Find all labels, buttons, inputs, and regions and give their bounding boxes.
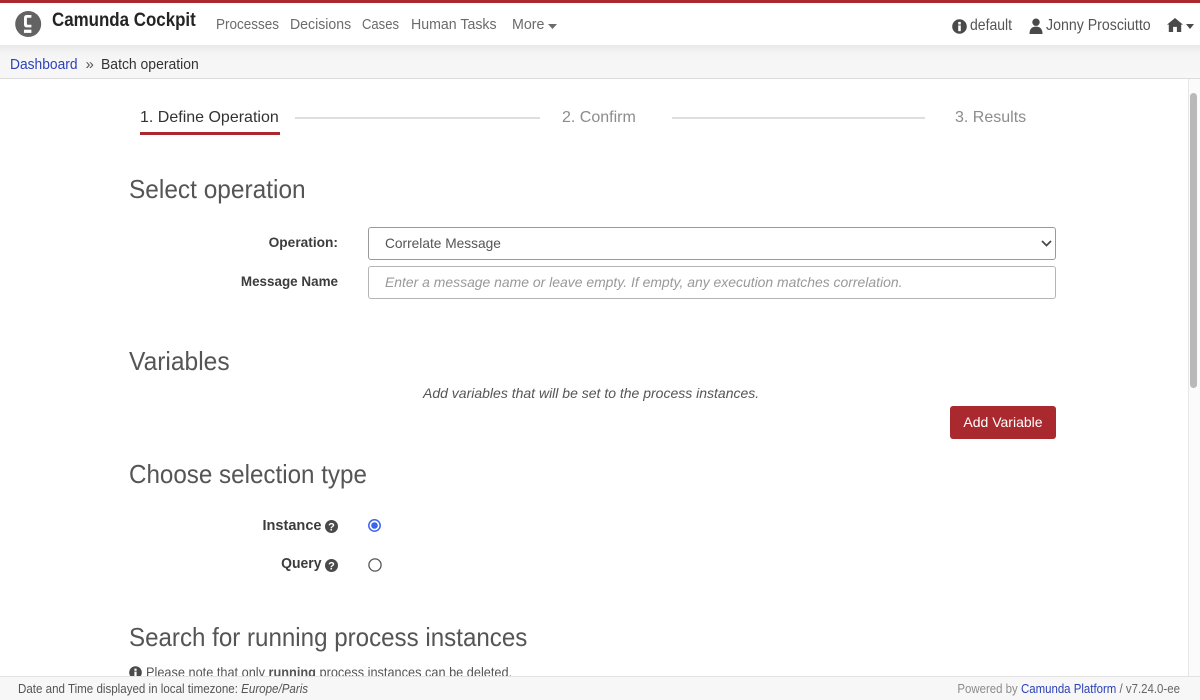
svg-text:?: ? (328, 560, 335, 572)
svg-text:?: ? (328, 521, 335, 533)
